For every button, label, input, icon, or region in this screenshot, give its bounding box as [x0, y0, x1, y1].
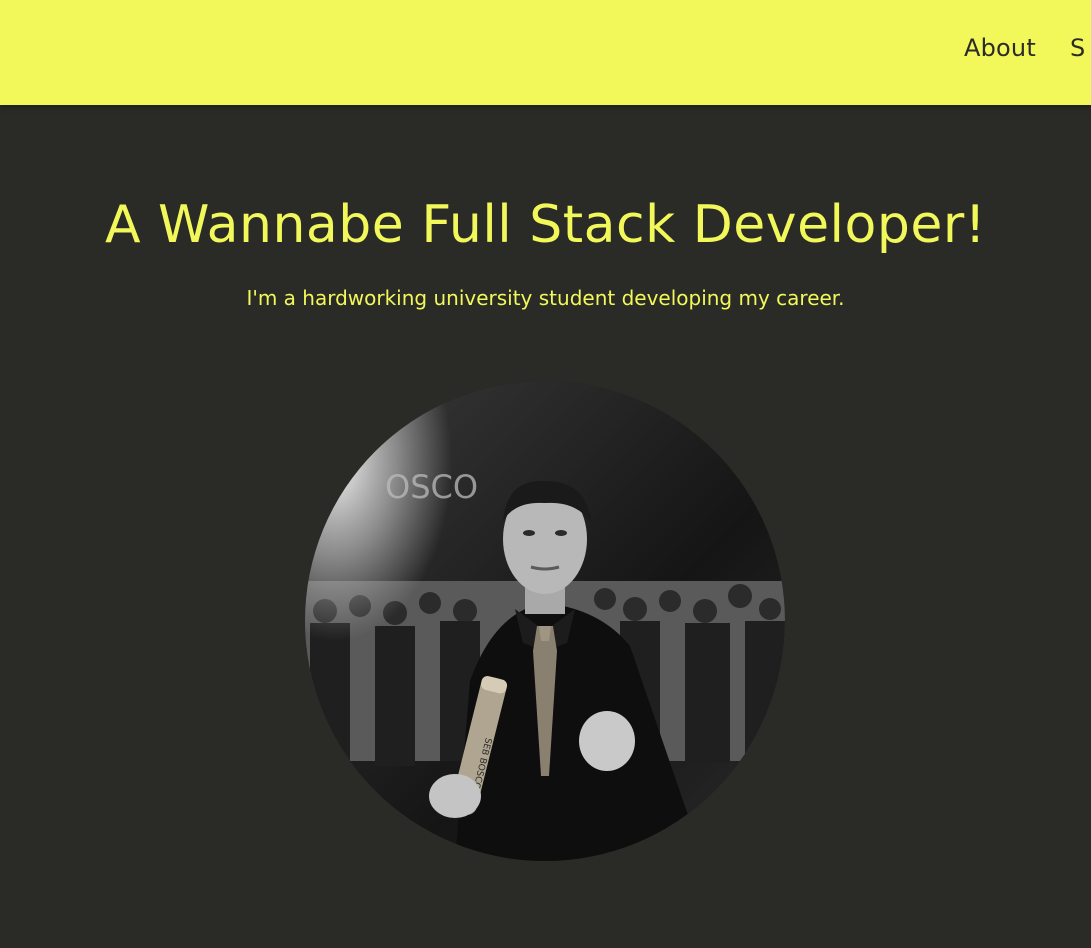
nav-link-about[interactable]: About — [964, 34, 1036, 62]
navbar: About S — [0, 0, 1091, 105]
hero-section: A Wannabe Full Stack Developer! I'm a ha… — [0, 105, 1091, 948]
nav-links: About S — [964, 34, 1091, 62]
hero-subtitle: I'm a hardworking university student dev… — [246, 286, 845, 310]
backdrop-text: OSCO — [385, 468, 478, 506]
profile-photo: OSCO SEB BOSCO — [305, 381, 785, 861]
profile-photo-illustration: OSCO SEB BOSCO — [305, 381, 785, 861]
nav-link-partial[interactable]: S — [1070, 34, 1085, 62]
hero-title: A Wannabe Full Stack Developer! — [104, 195, 987, 255]
